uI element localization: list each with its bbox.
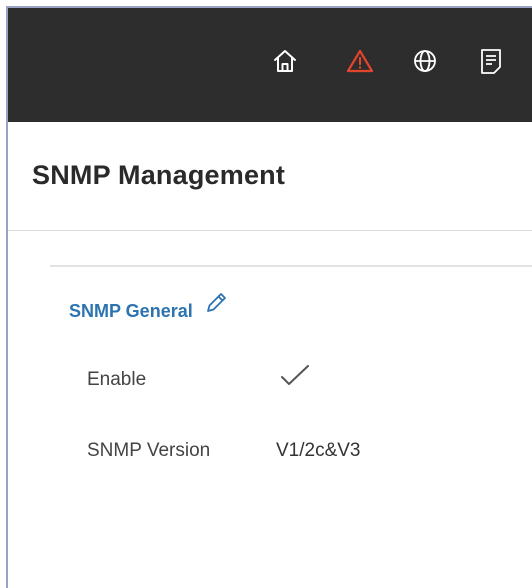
top-navigation-bar [8,8,532,122]
section-title[interactable]: SNMP General [69,301,193,322]
edit-pencil-icon[interactable] [203,290,229,316]
page-frame: SNMP Management SNMP General Enable SNMP… [6,6,532,588]
enable-label: Enable [87,369,147,390]
alert-icon[interactable] [345,46,375,76]
snmp-version-label: SNMP Version [87,440,211,461]
section-divider [50,265,532,267]
globe-icon[interactable] [410,46,440,76]
section-header: SNMP General [69,293,229,324]
home-icon[interactable] [270,46,300,76]
snmp-version-value: V1/2c&V3 [276,440,361,461]
title-area: SNMP Management [8,122,532,231]
document-icon[interactable] [476,46,506,76]
page-title: SNMP Management [32,160,286,190]
checkmark-icon [278,360,312,392]
